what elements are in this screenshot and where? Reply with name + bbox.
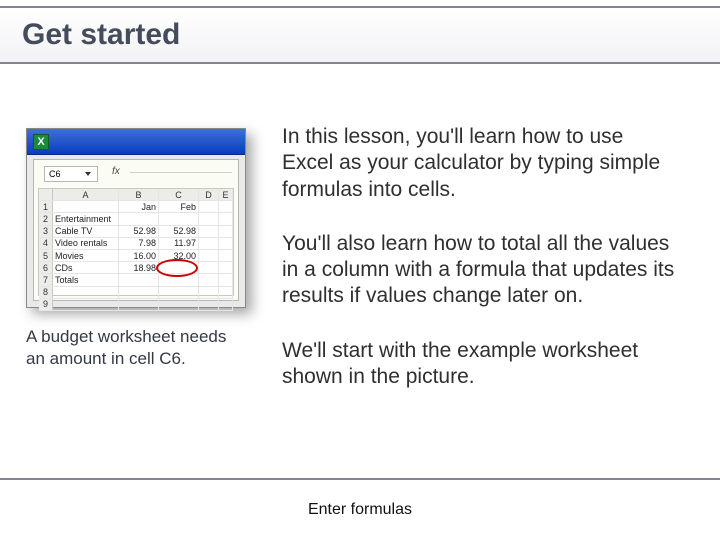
row-header: 3	[39, 226, 53, 237]
left-column: X C6 fx A B C	[0, 100, 260, 478]
cell	[199, 226, 219, 237]
footer-text: Enter formulas	[308, 501, 412, 519]
cell: Video rentals	[53, 238, 119, 249]
cell	[199, 274, 219, 285]
table-row: 9	[39, 299, 233, 311]
cell: 11.97	[159, 238, 199, 249]
paragraph-1: In this lesson, you'll learn how to use …	[282, 124, 676, 203]
cell: Totals	[53, 274, 119, 285]
cell	[119, 213, 159, 224]
row-header: 9	[39, 299, 53, 310]
row-header: 8	[39, 287, 53, 298]
excel-titlebar: X	[27, 129, 245, 155]
slide: Get started X C6 fx	[0, 0, 720, 540]
row-header: 4	[39, 238, 53, 249]
title-band: Get started	[0, 6, 720, 64]
cell	[199, 250, 219, 261]
cell	[159, 262, 199, 273]
cell: 16.00	[119, 250, 159, 261]
cell	[159, 274, 199, 285]
formula-bar-line	[130, 172, 232, 173]
cell	[199, 287, 219, 298]
cell	[199, 238, 219, 249]
excel-thumbnail: X C6 fx A B C	[26, 128, 246, 308]
cell: 7.98	[119, 238, 159, 249]
col-header-c: C	[159, 189, 199, 200]
cell: Cable TV	[53, 226, 119, 237]
content-area: X C6 fx A B C	[0, 100, 720, 478]
cell	[119, 299, 159, 310]
cell: Movies	[53, 250, 119, 261]
table-row: 3 Cable TV 52.98 52.98	[39, 226, 233, 238]
namebox-value: C6	[49, 169, 61, 179]
excel-icon-letter: X	[37, 136, 44, 148]
cell	[219, 250, 233, 261]
cell	[199, 213, 219, 224]
cell	[53, 201, 119, 212]
row-header: 2	[39, 213, 53, 224]
cell	[159, 213, 199, 224]
cell	[159, 287, 199, 298]
cell	[219, 238, 233, 249]
cell	[219, 274, 233, 285]
page-title: Get started	[22, 18, 180, 52]
column-header-row: A B C D E	[39, 189, 233, 201]
cell: Feb	[159, 201, 199, 212]
table-row: 1 Jan Feb	[39, 201, 233, 213]
paragraph-2: You'll also learn how to total all the v…	[282, 231, 676, 310]
footer: Enter formulas	[0, 480, 720, 540]
cell	[199, 201, 219, 212]
table-row: 2 Entertainment	[39, 213, 233, 225]
row-header: 5	[39, 250, 53, 261]
cell	[219, 213, 233, 224]
cell	[199, 299, 219, 310]
fx-label: fx	[112, 166, 120, 177]
cell: CDs	[53, 262, 119, 273]
table-row: 6 CDs 18.98	[39, 262, 233, 274]
corner-cell	[39, 189, 53, 200]
excel-grid: A B C D E 1 Jan Feb	[38, 188, 234, 296]
cell	[219, 287, 233, 298]
cell: 52.98	[119, 226, 159, 237]
cell	[219, 299, 233, 310]
cell	[53, 299, 119, 310]
excel-app-icon: X	[33, 134, 49, 150]
col-header-e: E	[219, 189, 233, 200]
excel-namebox: C6	[44, 166, 98, 182]
cell	[119, 287, 159, 298]
col-header-b: B	[119, 189, 159, 200]
paragraph-3: We'll start with the example worksheet s…	[282, 338, 676, 391]
cell: Entertainment	[53, 213, 119, 224]
table-row: 8	[39, 287, 233, 299]
cell	[159, 299, 199, 310]
table-row: 4 Video rentals 7.98 11.97	[39, 238, 233, 250]
col-header-d: D	[199, 189, 219, 200]
row-header: 7	[39, 274, 53, 285]
cell	[219, 262, 233, 273]
cell	[119, 274, 159, 285]
row-header: 6	[39, 262, 53, 273]
right-column: In this lesson, you'll learn how to use …	[260, 100, 720, 478]
cell: Jan	[119, 201, 159, 212]
cell	[53, 287, 119, 298]
thumbnail-caption: A budget worksheet needs an amount in ce…	[26, 326, 248, 370]
col-header-a: A	[53, 189, 119, 200]
cell: 18.98	[119, 262, 159, 273]
cell	[219, 226, 233, 237]
excel-body: C6 fx A B C D E	[33, 159, 239, 301]
dropdown-icon	[85, 172, 91, 176]
table-row: 5 Movies 16.00 32.00	[39, 250, 233, 262]
cell: 52.98	[159, 226, 199, 237]
table-row: 7 Totals	[39, 274, 233, 286]
cell	[199, 262, 219, 273]
row-header: 1	[39, 201, 53, 212]
cell	[219, 201, 233, 212]
cell: 32.00	[159, 250, 199, 261]
